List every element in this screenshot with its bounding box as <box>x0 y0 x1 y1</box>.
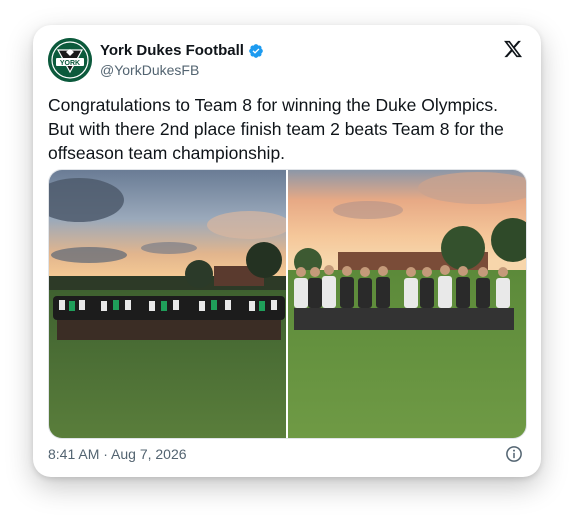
tweet-text: Congratulations to Team 8 for winning th… <box>48 95 504 163</box>
team-photo-1[interactable] <box>49 170 286 438</box>
x-logo-icon[interactable] <box>503 39 523 59</box>
post-timestamp[interactable]: 8:41 AM · Aug 7, 2026 <box>48 446 187 462</box>
media-grid[interactable] <box>48 169 527 439</box>
avatar-logo-text: YORK <box>60 60 80 67</box>
avatar[interactable]: YORK <box>48 38 92 82</box>
verified-badge-icon <box>248 43 264 59</box>
info-icon[interactable] <box>505 445 523 463</box>
york-dukes-logo-icon: YORK <box>48 38 92 82</box>
tweet-card: YORK York Dukes Football @YorkDukesFB Co… <box>33 25 541 477</box>
author-handle[interactable]: @YorkDukesFB <box>100 62 199 78</box>
author-name-row: York Dukes Football <box>100 42 264 59</box>
team-photo-2[interactable] <box>288 170 526 438</box>
author-display-name[interactable]: York Dukes Football <box>100 42 244 59</box>
